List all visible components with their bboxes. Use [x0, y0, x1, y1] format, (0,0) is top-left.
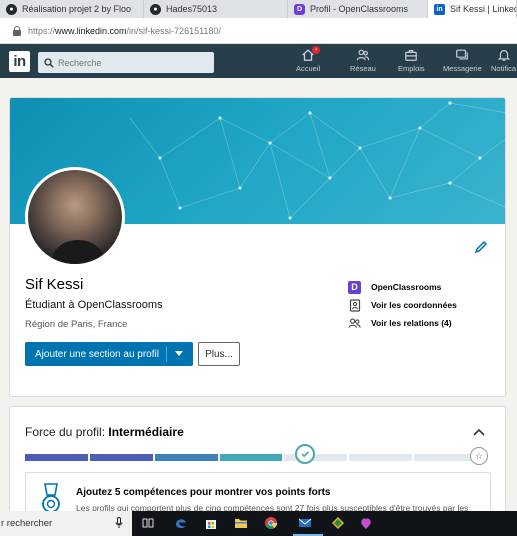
tab-label: Sif Kessi | LinkedIn [450, 4, 516, 14]
url-text[interactable]: https://www.linkedin.com/in/sif-kessi-72… [28, 26, 221, 36]
add-profile-section-button[interactable]: Ajouter une section au profil [25, 342, 193, 366]
openclassrooms-icon: D [348, 280, 361, 294]
nav-jobs[interactable]: Emplois [398, 48, 425, 76]
github-icon: ● [6, 3, 17, 15]
app-icon[interactable] [358, 515, 374, 531]
openclassrooms-icon: D [294, 3, 305, 15]
task-view-icon[interactable] [140, 515, 156, 531]
edge-icon[interactable] [173, 515, 189, 531]
chevron-up-icon[interactable] [472, 427, 486, 437]
search-box[interactable] [38, 52, 214, 73]
people-icon [348, 317, 361, 330]
microphone-icon[interactable] [115, 517, 123, 529]
tab-label: Profil - OpenClassrooms [310, 4, 409, 14]
windows-taskbar: r rechercher [0, 511, 517, 536]
nav-network[interactable]: Réseau [350, 48, 376, 76]
linkedin-icon: in [434, 3, 445, 15]
address-bar[interactable]: https://www.linkedin.com/in/sif-kessi-72… [0, 18, 517, 44]
meter-segment [219, 454, 283, 461]
meter-segment [154, 454, 218, 461]
profile-strength-meter [25, 451, 477, 465]
search-icon [44, 57, 54, 68]
linkedin-navbar: in • Accueil Réseau Emplois Messagerie N… [0, 44, 517, 78]
nav-label: Messagerie [443, 64, 482, 73]
nav-label: Emplois [398, 64, 425, 73]
browser-tab[interactable]: ● Réalisation projet 2 by Floo [0, 0, 144, 18]
nav-messaging[interactable]: Messagerie [443, 48, 482, 76]
side-link-label[interactable]: Voir les coordonnées [371, 300, 457, 310]
file-explorer-icon[interactable] [233, 515, 249, 531]
meter-segment [25, 454, 88, 461]
nav-label: Réseau [350, 64, 376, 73]
messaging-icon [456, 49, 469, 60]
profile-side-links: D OpenClassrooms Voir les coordonnées Vo… [348, 278, 457, 332]
profile-card: Sif Kessi Étudiant à OpenClassrooms Régi… [9, 97, 506, 397]
linkedin-logo[interactable]: in [9, 51, 30, 72]
tab-label: Réalisation projet 2 by Floo [22, 4, 132, 14]
browser-tab-strip: ● Réalisation projet 2 by Floo ● Hades75… [0, 0, 517, 18]
chrome-icon[interactable] [263, 515, 279, 531]
profile-strength-level: Intermédiaire [108, 425, 184, 439]
bell-icon [497, 50, 510, 61]
chevron-down-icon[interactable] [175, 351, 183, 356]
nav-notifications[interactable]: Notifica [491, 48, 516, 76]
notification-badge: • [312, 46, 321, 54]
tab-label: Hades75013 [166, 4, 218, 14]
star-icon: ☆ [470, 447, 488, 465]
nav-label: Accueil [296, 64, 321, 73]
more-button[interactable]: Plus... [198, 342, 240, 366]
contact-card-icon [348, 298, 361, 312]
profile-headline: Étudiant à OpenClassrooms [25, 299, 163, 311]
network-icon [356, 49, 370, 61]
search-input[interactable] [58, 57, 198, 68]
store-icon[interactable] [203, 515, 219, 531]
side-link-contact[interactable]: Voir les coordonnées [348, 296, 457, 314]
side-link-label[interactable]: Voir les relations (4) [371, 318, 452, 328]
game-icon[interactable] [330, 515, 346, 531]
edit-pencil-icon[interactable] [474, 240, 488, 254]
meter-segment [349, 454, 413, 461]
mail-icon[interactable] [297, 515, 313, 531]
github-icon: ● [150, 3, 161, 15]
briefcase-icon [405, 50, 418, 61]
meter-segment [89, 454, 153, 461]
nav-home[interactable]: • Accueil [296, 46, 321, 76]
meter-segment [414, 454, 477, 461]
taskbar-search-text: r rechercher [1, 518, 53, 529]
profile-strength-title: Force du profil: Intermédiaire [25, 425, 184, 439]
button-divider [166, 346, 167, 362]
browser-tab[interactable]: D Profil - OpenClassrooms [288, 0, 428, 18]
button-label: Ajouter une section au profil [35, 348, 159, 360]
side-link-label[interactable]: OpenClassrooms [371, 282, 441, 292]
lock-icon [12, 25, 22, 36]
profile-avatar[interactable] [25, 167, 125, 267]
browser-tab-active[interactable]: in Sif Kessi | LinkedIn [428, 0, 517, 18]
side-link-school[interactable]: D OpenClassrooms [348, 278, 457, 296]
profile-name: Sif Kessi [25, 276, 84, 293]
taskbar-search[interactable]: r rechercher [0, 511, 132, 536]
side-link-connections[interactable]: Voir les relations (4) [348, 314, 457, 332]
meter-segment [284, 454, 348, 461]
nav-label: Notifica [491, 64, 517, 73]
profile-location: Région de Paris, France [25, 319, 128, 330]
browser-tab[interactable]: ● Hades75013 [144, 0, 288, 18]
tip-title: Ajoutez 5 compétences pour montrer vos p… [76, 487, 331, 498]
